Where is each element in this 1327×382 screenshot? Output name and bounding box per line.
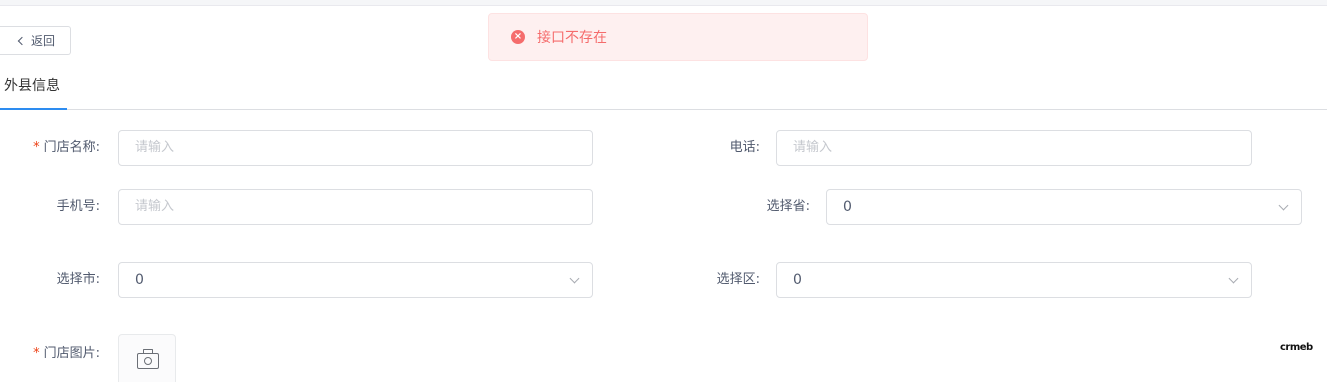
image-upload[interactable] — [118, 334, 176, 382]
district-label: 选择区: — [716, 272, 760, 287]
tab-bar: 外县信息 — [0, 62, 1327, 110]
toast-message: 接口不存在 — [537, 30, 607, 46]
mobile-label: 手机号: — [56, 199, 100, 214]
required-mark: * — [33, 140, 40, 155]
city-label: 选择市: — [56, 272, 100, 287]
top-strip — [0, 0, 1327, 6]
back-button-label: 返回 — [30, 34, 55, 48]
tab-label: 外县信息 — [4, 78, 60, 94]
store-name-input[interactable]: 请输入 — [118, 130, 593, 166]
province-select[interactable]: 0 — [826, 189, 1302, 225]
store-image-label: * 门店图片: — [33, 346, 100, 361]
district-select[interactable]: 0 — [776, 262, 1252, 298]
chevron-down-icon — [1228, 273, 1239, 284]
required-mark: * — [33, 346, 40, 361]
chevron-down-icon — [1278, 200, 1289, 211]
phone-input[interactable]: 请输入 — [776, 130, 1252, 166]
province-label: 选择省: — [766, 199, 810, 214]
chevron-down-icon — [569, 273, 580, 284]
crmeb-logo: crmeb — [1280, 342, 1313, 353]
store-name-label: * 门店名称: — [33, 140, 100, 155]
page: 返回 × 接口不存在 外县信息 * 门店名称: 请输入 电话: 请输入 手机号: … — [0, 0, 1327, 382]
error-toast: × 接口不存在 — [488, 13, 868, 61]
camera-icon — [137, 349, 159, 369]
city-select[interactable]: 0 — [118, 262, 593, 298]
error-icon: × — [511, 30, 525, 44]
phone-label: 电话: — [729, 140, 760, 155]
back-button[interactable]: 返回 — [0, 26, 71, 55]
tab-county-info[interactable]: 外县信息 — [0, 62, 67, 110]
mobile-input[interactable]: 请输入 — [118, 189, 593, 225]
chevron-left-icon — [17, 36, 27, 45]
